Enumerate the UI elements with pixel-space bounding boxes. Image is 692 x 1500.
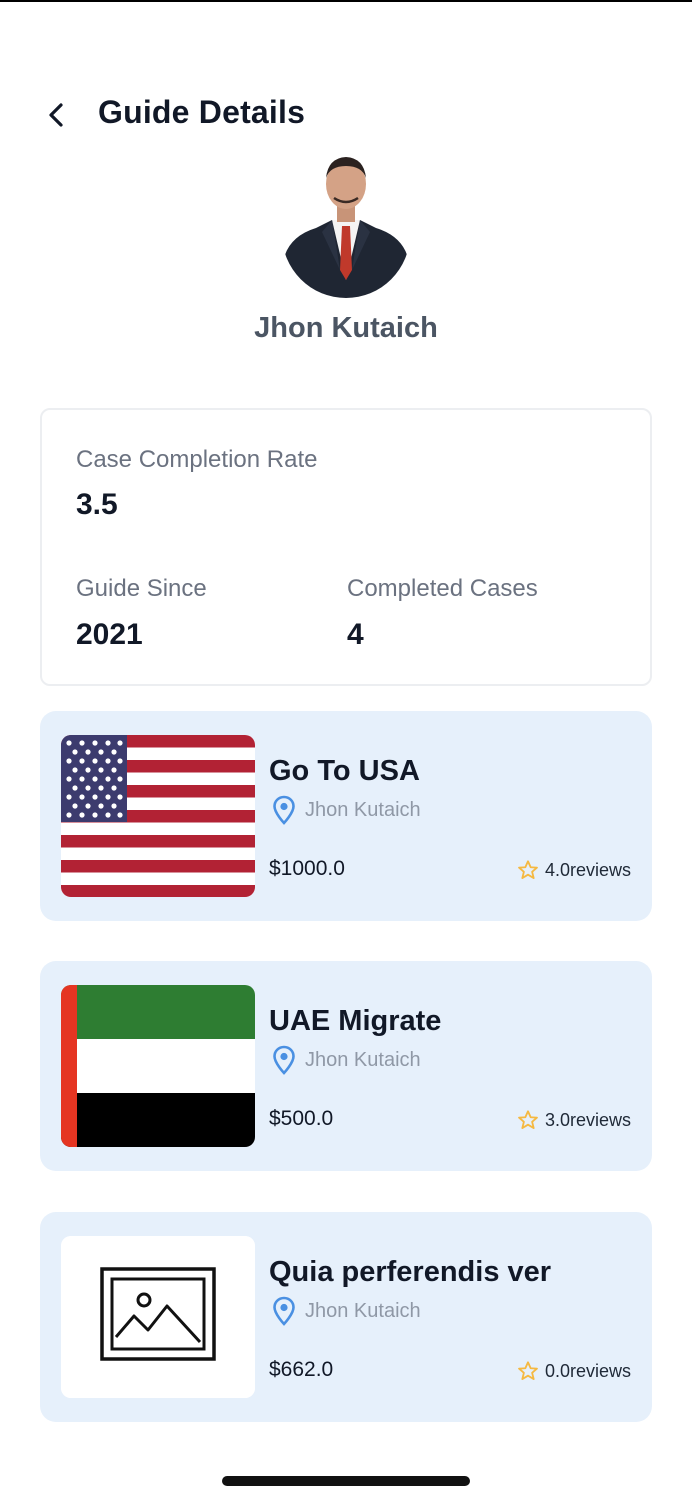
uae-flag-icon	[61, 985, 255, 1147]
completion-rate-label: Case Completion Rate	[76, 446, 318, 473]
case-card[interactable]: UAE Migrate Jhon Kutaich $500.0 3.0revie…	[40, 961, 652, 1171]
top-edge-line	[0, 0, 692, 2]
case-price: $500.0	[269, 1107, 334, 1130]
case-image	[61, 735, 255, 897]
completed-cases-label: Completed Cases	[347, 575, 538, 602]
usa-flag-icon	[61, 735, 255, 897]
stats-card: Case Completion Rate 3.5 Guide Since 202…	[40, 408, 652, 686]
case-image	[61, 985, 255, 1147]
case-guide-name: Jhon Kutaich	[305, 1048, 421, 1071]
case-guide-name: Jhon Kutaich	[305, 798, 421, 821]
completed-cases-value: 4	[347, 618, 364, 651]
location-pin-icon	[273, 1045, 295, 1075]
case-guide-name: Jhon Kutaich	[305, 1299, 421, 1322]
case-rating: 3.0reviews	[517, 1109, 631, 1131]
location-pin-icon	[273, 1296, 295, 1326]
location-pin-icon	[273, 795, 295, 825]
case-rating: 4.0reviews	[517, 859, 631, 881]
image-placeholder-icon	[61, 1236, 255, 1398]
page-title: Guide Details	[98, 94, 306, 130]
star-icon	[518, 1361, 538, 1380]
case-guide-location: Jhon Kutaich	[272, 1296, 421, 1326]
case-reviews: 0.0reviews	[544, 1360, 631, 1381]
case-image	[61, 1236, 255, 1398]
case-card[interactable]: Quia perferendis ver Jhon Kutaich $662.0…	[40, 1212, 652, 1422]
guide-since-value: 2021	[76, 618, 143, 651]
case-price: $662.0	[269, 1358, 334, 1381]
home-indicator[interactable]	[222, 1476, 470, 1486]
back-button[interactable]	[38, 96, 76, 134]
case-rating: 0.0reviews	[517, 1360, 631, 1382]
case-title: UAE Migrate	[269, 1005, 442, 1037]
chevron-left-icon	[49, 103, 63, 127]
case-reviews: 3.0reviews	[544, 1109, 631, 1130]
case-reviews: 4.0reviews	[544, 859, 631, 880]
avatar[interactable]	[282, 150, 410, 298]
header: Guide Details	[0, 88, 692, 140]
star-icon	[518, 860, 538, 879]
case-guide-location: Jhon Kutaich	[272, 795, 421, 825]
completion-rate-value: 3.5	[76, 488, 118, 521]
guide-photo	[282, 150, 410, 298]
case-guide-location: Jhon Kutaich	[272, 1045, 421, 1075]
case-title: Go To USA	[269, 755, 420, 787]
case-price: $1000.0	[269, 857, 345, 880]
guide-name: Jhon Kutaich	[254, 312, 438, 344]
case-card[interactable]: Go To USA Jhon Kutaich $1000.0 4.0review…	[40, 711, 652, 921]
star-icon	[518, 1110, 538, 1129]
guide-since-label: Guide Since	[76, 575, 207, 602]
case-title: Quia perferendis ver	[269, 1256, 552, 1288]
